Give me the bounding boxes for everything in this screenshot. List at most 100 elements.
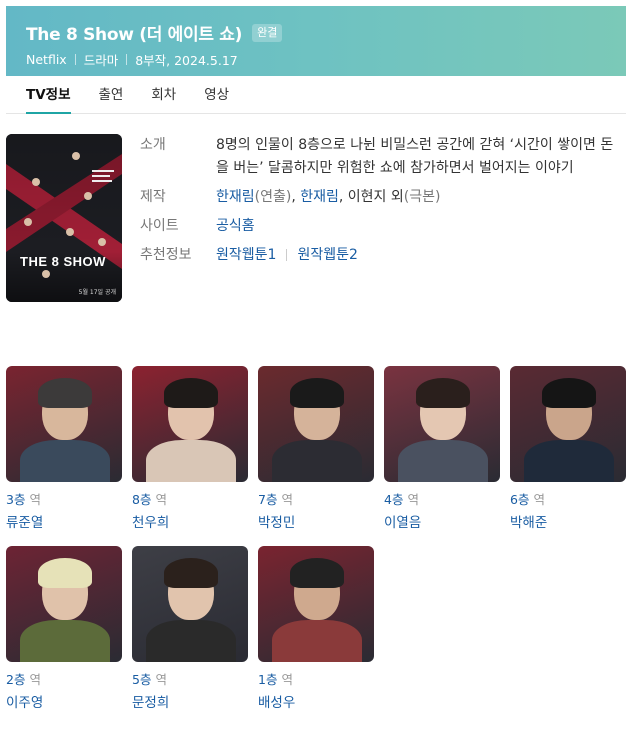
official-site-link[interactable]: 공식홈 [216, 215, 620, 238]
poster-artwork [6, 134, 122, 302]
director-role: (연출) [254, 189, 292, 205]
cast-item[interactable]: 1층 역 배성우 [258, 546, 374, 712]
site-label: 사이트 [140, 218, 179, 234]
tab-cast[interactable]: 출연 [99, 76, 124, 113]
photo-hair [416, 378, 470, 408]
cast-item[interactable]: 3층 역 류준열 [6, 366, 122, 532]
cast-photo[interactable] [132, 366, 248, 482]
recommend-links: 원작웹툰1 원작웹툰2 [216, 244, 620, 267]
photo-body [146, 440, 236, 482]
role-floor: 1층 [258, 672, 278, 687]
role-suffix: 역 [407, 492, 419, 507]
program-info: 소개 8명의 인물이 8층으로 나뉜 비밀스런 공간에 갇혀 ‘시간이 쌓이면 … [140, 134, 620, 273]
link-divider [286, 249, 288, 261]
role-floor: 7층 [258, 492, 278, 507]
cast-item[interactable]: 8층 역 천우희 [132, 366, 248, 532]
cast-item[interactable]: 6층 역 박해준 [510, 366, 626, 532]
intro-text: 8명의 인물이 8층으로 나뉜 비밀스런 공간에 갇혀 ‘시간이 쌓이면 돈을 … [216, 137, 614, 176]
role-suffix: 역 [155, 492, 167, 507]
photo-body [146, 620, 236, 662]
meta-divider [74, 54, 76, 65]
role-suffix: 역 [533, 492, 545, 507]
webtoon-link-2[interactable]: 원작웹툰2 [297, 247, 357, 263]
actor-name[interactable]: 이주영 [6, 694, 122, 712]
recommend-row: 추천정보 원작웹툰1 원작웹툰2 [140, 244, 620, 267]
role-floor: 4층 [384, 492, 404, 507]
actor-name[interactable]: 문정희 [132, 694, 248, 712]
recommend-label: 추천정보 [140, 247, 192, 263]
photo-body [524, 440, 614, 482]
cast-item[interactable]: 2층 역 이주영 [6, 546, 122, 712]
actor-name[interactable]: 이열음 [384, 514, 500, 532]
tab-episodes[interactable]: 회차 [151, 76, 176, 113]
role-floor: 5층 [132, 672, 152, 687]
writer-role: (극본) [403, 189, 441, 205]
cast-item[interactable]: 5층 역 문정희 [132, 546, 248, 712]
meta-divider [126, 54, 128, 65]
photo-body [272, 440, 362, 482]
role-floor: 3층 [6, 492, 26, 507]
intro-label: 소개 [140, 137, 166, 153]
cast-role: 8층 역 [132, 492, 248, 508]
actor-name[interactable]: 천우희 [132, 514, 248, 532]
meta-network: Netflix [26, 52, 67, 67]
photo-hair [38, 558, 92, 588]
poster-image[interactable]: THE 8 SHOW 5월 17일 공개 [6, 134, 122, 302]
tab-tv-info[interactable]: TV정보 [26, 76, 71, 114]
writer-others: 이현지 외 [347, 189, 404, 205]
cast-item[interactable]: 4층 역 이열음 [384, 366, 500, 532]
production-label: 제작 [140, 189, 166, 205]
role-suffix: 역 [155, 672, 167, 687]
director-link[interactable]: 한재림 [216, 189, 255, 205]
cast-role: 2층 역 [6, 672, 122, 688]
tab-videos[interactable]: 영상 [204, 76, 229, 113]
cast-role: 6층 역 [510, 492, 626, 508]
cast-photo[interactable] [258, 546, 374, 662]
intro-row: 소개 8명의 인물이 8층으로 나뉜 비밀스런 공간에 갇혀 ‘시간이 쌓이면 … [140, 134, 620, 180]
photo-hair [164, 378, 218, 408]
cast-role: 1층 역 [258, 672, 374, 688]
cast-photo[interactable] [6, 366, 122, 482]
cast-photo[interactable] [132, 546, 248, 662]
cast-photo[interactable] [6, 546, 122, 662]
photo-hair [290, 378, 344, 408]
photo-body [398, 440, 488, 482]
status-badge: 완결 [252, 23, 283, 42]
role-floor: 6층 [510, 492, 530, 507]
cast-role: 5층 역 [132, 672, 248, 688]
photo-hair [290, 558, 344, 588]
role-floor: 2층 [6, 672, 26, 687]
photo-hair [164, 558, 218, 588]
actor-name[interactable]: 류준열 [6, 514, 122, 532]
role-suffix: 역 [29, 672, 41, 687]
program-meta: Netflix 드라마 8부작, 2024.5.17 [26, 50, 238, 69]
meta-episodes-date: 8부작, 2024.5.17 [135, 53, 238, 68]
production-value: 한재림(연출), 한재림, 이현지 외(극본) [216, 189, 441, 205]
tab-bar: TV정보 출연 회차 영상 [6, 76, 626, 114]
program-title[interactable]: The 8 Show (더 에이트 쇼) [26, 20, 242, 45]
actor-name[interactable]: 박정민 [258, 514, 374, 532]
cast-photo[interactable] [384, 366, 500, 482]
actor-name[interactable]: 박해준 [510, 514, 626, 532]
photo-body [20, 620, 110, 662]
role-floor: 8층 [132, 492, 152, 507]
photo-body [20, 440, 110, 482]
production-row: 제작 한재림(연출), 한재림, 이현지 외(극본) [140, 186, 620, 209]
webtoon-link-1[interactable]: 원작웹툰1 [216, 247, 276, 263]
photo-hair [38, 378, 92, 408]
role-suffix: 역 [281, 492, 293, 507]
cast-role: 7층 역 [258, 492, 374, 508]
actor-name[interactable]: 배성우 [258, 694, 374, 712]
cast-role: 3층 역 [6, 492, 122, 508]
meta-genre: 드라마 [83, 53, 119, 68]
poster-date: 5월 17일 공개 [78, 289, 116, 296]
title-row: The 8 Show (더 에이트 쇼) 완결 [26, 20, 283, 45]
cast-photo[interactable] [510, 366, 626, 482]
photo-hair [542, 378, 596, 408]
cast-photo[interactable] [258, 366, 374, 482]
cast-item[interactable]: 7층 역 박정민 [258, 366, 374, 532]
program-header: The 8 Show (더 에이트 쇼) 완결 Netflix 드라마 8부작,… [6, 6, 626, 76]
poster-title: THE 8 SHOW [20, 254, 106, 269]
writer-link[interactable]: 한재림 [300, 189, 339, 205]
cast-role: 4층 역 [384, 492, 500, 508]
